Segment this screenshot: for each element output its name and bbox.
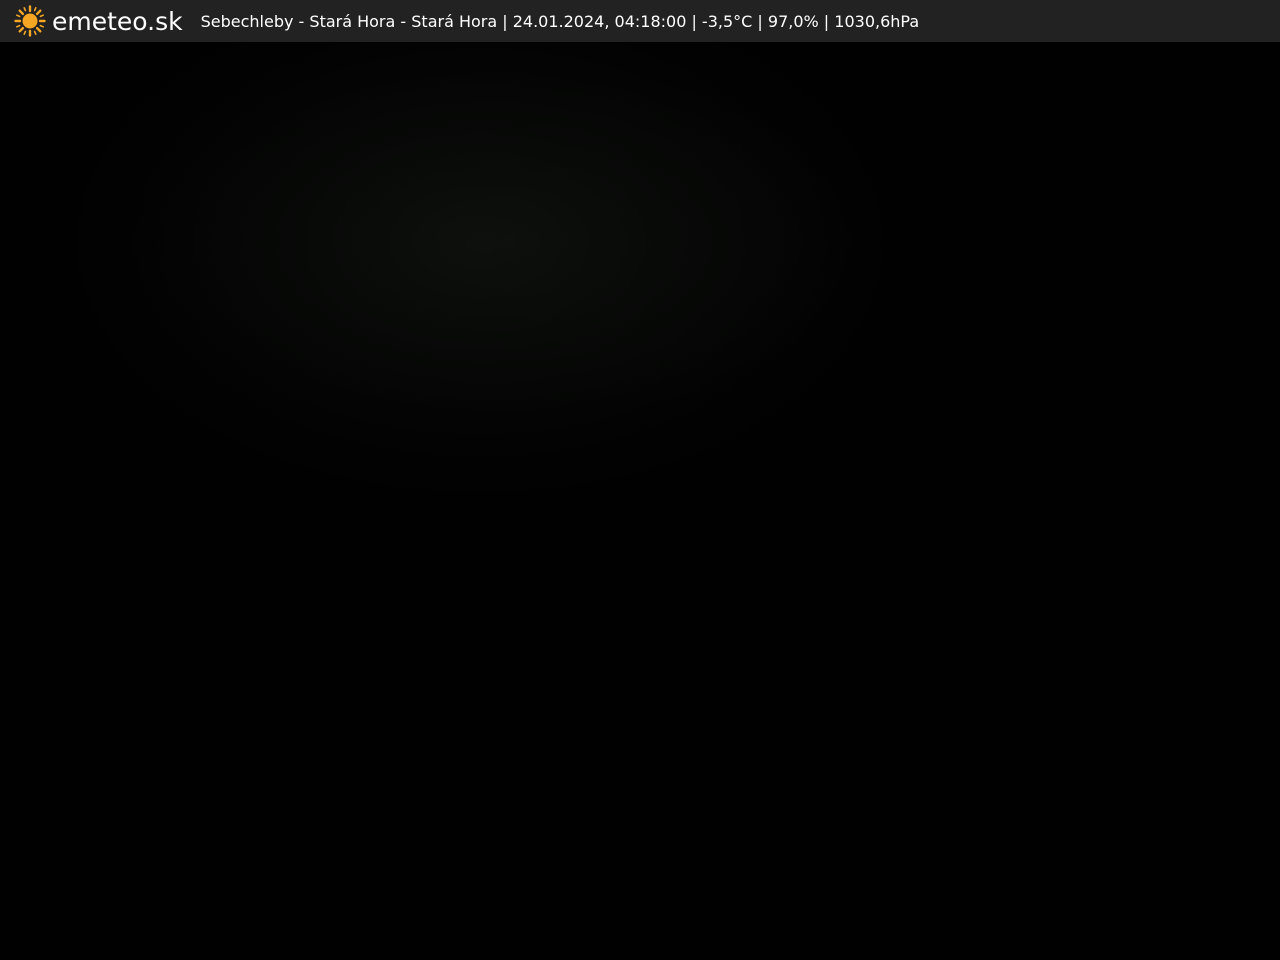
station-info: Sebechleby - Stará Hora - Stará Hora | 2… (200, 11, 920, 31)
webcam-scene-glow (150, 62, 870, 422)
header-bar: emeteo.sk Sebechleby - Stará Hora - Star… (0, 0, 1280, 42)
sun-icon (14, 5, 46, 37)
webcam-image (0, 42, 1280, 960)
site-logo[interactable]: emeteo.sk (52, 7, 183, 36)
